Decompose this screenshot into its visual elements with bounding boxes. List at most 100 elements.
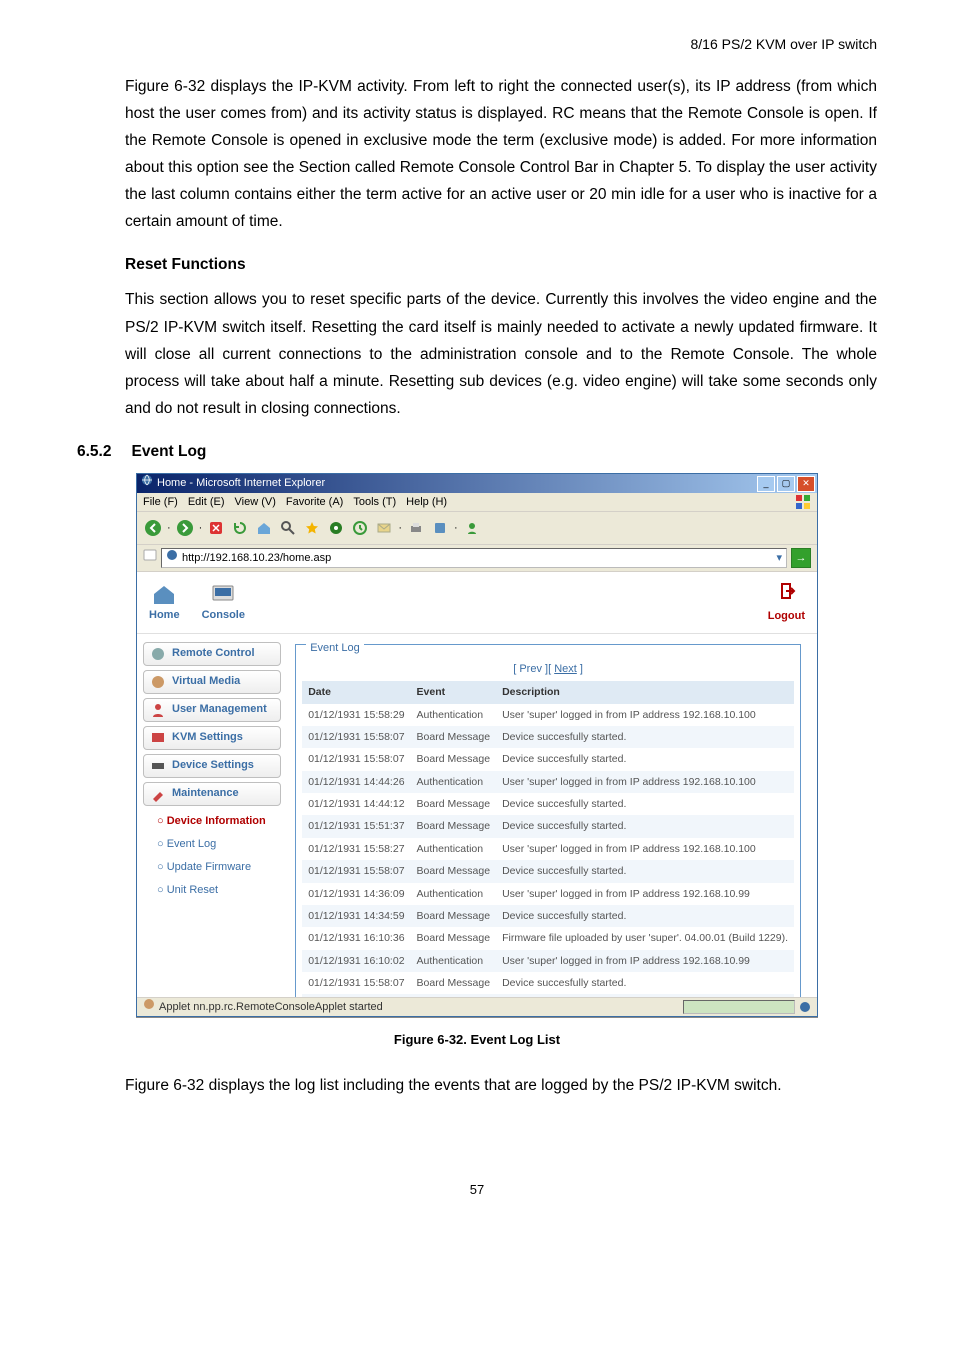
sidebar-sub-unit-reset[interactable]: ○ Unit Reset [143, 879, 281, 902]
doc-header: 8/16 PS/2 KVM over IP switch [77, 32, 877, 57]
sidebar-label: Maintenance [172, 784, 239, 803]
toolbar-sep: · [398, 519, 402, 538]
menu-edit[interactable]: Edit (E) [188, 493, 225, 512]
address-input[interactable]: http://192.168.10.23/home.asp ▾ [161, 548, 787, 568]
menu-file[interactable]: File (F) [143, 493, 178, 512]
table-row: 01/12/1931 15:58:07Board MessageDevice s… [302, 972, 794, 994]
stop-button[interactable] [206, 518, 226, 538]
edit-button[interactable] [430, 518, 450, 538]
minimize-button[interactable]: _ [757, 476, 775, 492]
virtual-media-icon [150, 674, 166, 690]
table-cell: Firmware file uploaded by user 'super'. … [496, 927, 794, 949]
logout-icon [776, 582, 796, 607]
status-bar: Applet nn.pp.rc.RemoteConsoleApplet star… [137, 997, 817, 1016]
sidebar-sub-label: Event Log [167, 838, 217, 850]
menu-view[interactable]: View (V) [235, 493, 276, 512]
status-text: Applet nn.pp.rc.RemoteConsoleApplet star… [159, 998, 383, 1017]
device-settings-icon [150, 758, 166, 774]
sidebar: Remote Control Virtual Media User Manage… [137, 634, 287, 998]
sidebar-label: Remote Control [172, 644, 255, 663]
address-icon [143, 548, 157, 569]
dropdown-icon[interactable]: ▾ [776, 549, 782, 568]
home-button[interactable] [254, 518, 274, 538]
print-button[interactable] [406, 518, 426, 538]
table-row: 01/12/1931 15:58:07Board MessageDevice s… [302, 726, 794, 748]
table-cell: User 'super' logged in from IP address 1… [496, 838, 794, 860]
menu-tools[interactable]: Tools (T) [353, 493, 396, 512]
event-log-table: Date Event Description 01/12/1931 15:58:… [302, 681, 794, 997]
page-icon [166, 549, 178, 568]
nav-home-label: Home [149, 606, 180, 625]
table-cell: Device succesfully started. [496, 905, 794, 927]
progress-bar [683, 1000, 795, 1014]
col-description: Description [496, 681, 794, 703]
nav-logout-label: Logout [768, 607, 805, 626]
sidebar-sub-device-info[interactable]: ○ Device Information [143, 810, 281, 833]
section-title: Event Log [131, 438, 206, 465]
kvm-settings-icon [150, 730, 166, 746]
forward-button[interactable] [175, 518, 195, 538]
table-cell: 01/12/1931 16:10:02 [302, 950, 410, 972]
nav-logout[interactable]: Logout [768, 582, 805, 627]
windows-logo-icon [795, 494, 811, 510]
prev-link[interactable]: Prev [519, 663, 542, 675]
table-cell: Board Message [411, 748, 497, 770]
sidebar-sub-update-firmware[interactable]: ○ Update Firmware [143, 856, 281, 879]
page-number: 57 [77, 1179, 877, 1202]
table-cell: User 'super' logged in from IP address 1… [496, 883, 794, 905]
table-row: 01/12/1931 15:58:07Board MessageDevice s… [302, 748, 794, 770]
table-row: 01/12/1931 16:10:36Board MessageFirmware… [302, 927, 794, 949]
sidebar-virtual-media[interactable]: Virtual Media [143, 670, 281, 694]
table-row: 01/12/1931 14:34:59Board MessageDevice s… [302, 905, 794, 927]
sidebar-sub-event-log[interactable]: ○ Event Log [143, 833, 281, 856]
table-cell: 01/12/1931 15:58:07 [302, 860, 410, 882]
history-button[interactable] [350, 518, 370, 538]
browser-window: Home - Microsoft Internet Explorer _ ▢ ✕… [136, 473, 818, 1017]
sidebar-label: Virtual Media [172, 672, 240, 691]
toolbar-sep: · [199, 519, 203, 538]
sidebar-user-management[interactable]: User Management [143, 698, 281, 722]
maintenance-icon [150, 786, 166, 802]
table-cell: Board Message [411, 927, 497, 949]
console-icon [211, 584, 235, 604]
pager: [ Prev ][ Next ] [302, 660, 794, 679]
table-cell: Authentication [411, 883, 497, 905]
sidebar-kvm-settings[interactable]: KVM Settings [143, 726, 281, 750]
reset-heading: Reset Functions [125, 251, 877, 278]
event-log-panel: Event Log [ Prev ][ Next ] Date Event De… [287, 634, 817, 998]
col-date: Date [302, 681, 410, 703]
search-button[interactable] [278, 518, 298, 538]
sidebar-maintenance[interactable]: Maintenance [143, 782, 281, 806]
media-button[interactable] [326, 518, 346, 538]
back-button[interactable] [143, 518, 163, 538]
menu-favorite[interactable]: Favorite (A) [286, 493, 343, 512]
favorites-button[interactable] [302, 518, 322, 538]
mail-button[interactable] [374, 518, 394, 538]
refresh-button[interactable] [230, 518, 250, 538]
toolbar-sep: · [167, 519, 171, 538]
home-icon [152, 584, 176, 604]
table-row: 01/12/1931 14:36:09AuthenticationUser 's… [302, 883, 794, 905]
menu-help[interactable]: Help (H) [406, 493, 447, 512]
sidebar-device-settings[interactable]: Device Settings [143, 754, 281, 778]
table-row: 01/12/1931 15:58:29AuthenticationUser 's… [302, 704, 794, 726]
internet-zone-icon [799, 1001, 811, 1013]
close-button[interactable]: ✕ [797, 476, 815, 492]
sidebar-remote-control[interactable]: Remote Control [143, 642, 281, 666]
table-cell: 01/12/1931 15:58:07 [302, 748, 410, 770]
toolbar: · · · · [137, 512, 817, 545]
table-row: 01/12/1931 15:58:27AuthenticationUser 's… [302, 838, 794, 860]
go-button[interactable]: → [791, 548, 811, 568]
nav-console[interactable]: Console [202, 584, 245, 625]
table-cell: Device succesfully started. [496, 726, 794, 748]
titlebar: Home - Microsoft Internet Explorer _ ▢ ✕ [137, 474, 817, 493]
maximize-button[interactable]: ▢ [777, 476, 795, 492]
table-cell: 01/12/1931 15:58:27 [302, 838, 410, 860]
table-row: 01/12/1931 16:10:02AuthenticationUser 's… [302, 950, 794, 972]
messenger-button[interactable] [462, 518, 482, 538]
table-cell: 01/12/1931 14:34:59 [302, 905, 410, 927]
sidebar-label: Device Settings [172, 756, 254, 775]
table-row: 01/12/1931 14:44:12Board MessageDevice s… [302, 793, 794, 815]
next-link[interactable]: Next [554, 663, 577, 675]
nav-home[interactable]: Home [149, 584, 180, 625]
